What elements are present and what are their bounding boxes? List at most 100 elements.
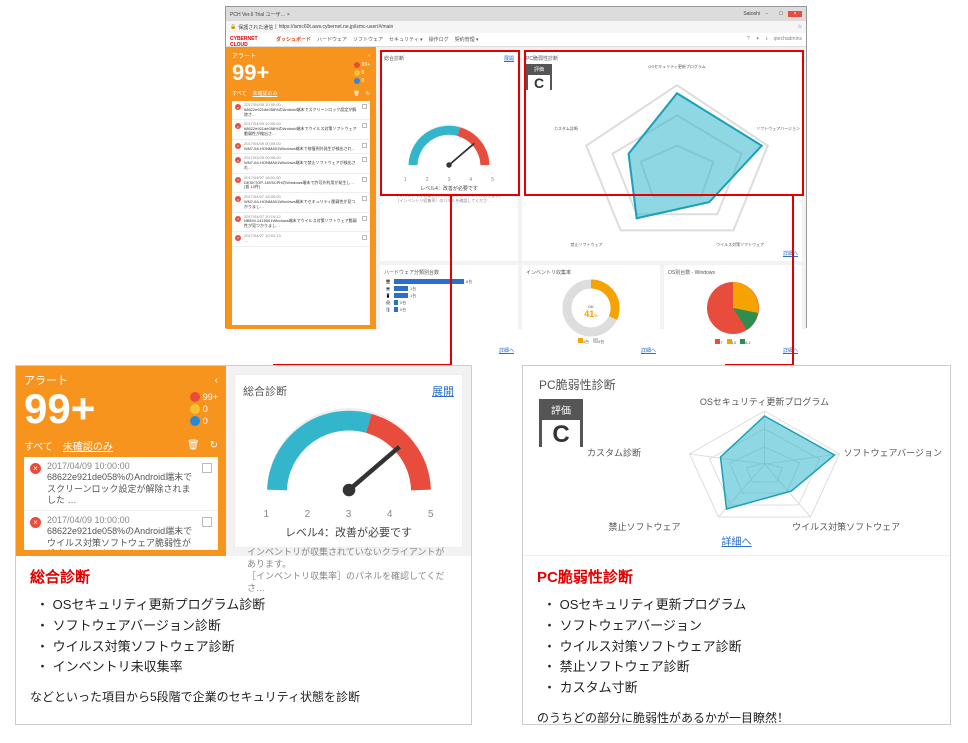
url-input[interactable] (279, 24, 794, 30)
tile-hw-link[interactable]: 詳細へ (499, 347, 514, 354)
tile-hardware: ハードウェア分類別台数 🖥 6台 💻 1台 📱 1台 🖨 0台 🛢 0台 詳細へ (380, 265, 518, 358)
bullet-item: ウイルス対策ソフトウェア診断 (36, 637, 457, 658)
nav-hardware[interactable]: ハードウェア (317, 36, 347, 43)
alert-item[interactable]: × 2017/04/09 10:00:0068622e921de058%のAnd… (232, 101, 370, 120)
zoom-grade-label: 評価 (542, 402, 580, 417)
alert-item[interactable]: × 2017/04/09 10:00:0068622e921de058%のAnd… (232, 120, 370, 139)
theme-icon[interactable]: ✦ (756, 36, 760, 44)
user-menu[interactable]: qtechadmins (774, 36, 802, 44)
nav-security[interactable]: セキュリティ ▾ (389, 36, 423, 43)
alert-list[interactable]: × 2017/04/09 10:00:0068622e921de058%のAnd… (232, 101, 370, 325)
alert-checkbox[interactable] (362, 143, 367, 148)
bullet-item: OSセキュリティ更新プログラム診断 (36, 595, 457, 616)
zoom-right-footer: のうちどの部分に脆弱性があるかが一目瞭然！ (537, 709, 936, 726)
nav-oplog[interactable]: 操作ログ (429, 36, 449, 43)
hw-bar (394, 307, 398, 312)
tile-hw-title: ハードウェア分類別台数 (384, 269, 439, 276)
star-icon[interactable]: ☆ (798, 24, 802, 30)
gauge-tick: 5 (428, 509, 434, 520)
tile-os-title: OS別台数 - Windows (668, 269, 715, 276)
radar-axis-label: カスタム診断 (554, 126, 578, 132)
window-minimize-icon[interactable]: − (760, 11, 774, 17)
alert-item[interactable]: × 2017/03/25 00:00:00WN7-64-HONMA01Windo… (232, 154, 370, 173)
zoom-grade-box: 評価 C (539, 399, 583, 447)
radar-axis-label: カスタム診断 (587, 446, 641, 459)
donut-unit: % (594, 313, 598, 318)
bullet-item: OSセキュリティ更新プログラム (543, 595, 936, 616)
legend-item: 10 (727, 339, 736, 345)
zoom-sogo-title: 総合診断 (243, 383, 287, 399)
alert-item[interactable]: × 2017/04/09 00:00:00WN7-64-HONMA01Windo… (232, 140, 370, 155)
alert-checkbox[interactable] (362, 216, 367, 221)
warn-dot-icon (190, 404, 200, 414)
alert-item[interactable]: × 2017/04/07 18:01:00DESKTOP-18V5CPHのWin… (232, 174, 370, 193)
nav-software[interactable]: ソフトウェア (353, 36, 383, 43)
zoom-pc-link[interactable]: 詳細へ (539, 533, 934, 548)
legend-item: 4台 (578, 338, 589, 345)
alert-checkbox[interactable] (362, 157, 367, 162)
alert-checkbox[interactable] (362, 104, 367, 109)
filter-all[interactable]: すべて (232, 90, 246, 97)
tile-os-link[interactable]: 詳細へ (783, 347, 798, 354)
error-icon: × (235, 196, 241, 202)
download-icon[interactable]: ⭳ (766, 36, 768, 44)
hw-row: 💻 1台 (384, 286, 514, 292)
zoom-alert-list[interactable]: × 2017/04/09 10:00:0068622e921de058%のAnd… (24, 457, 218, 550)
help-icon[interactable]: ? (747, 36, 750, 44)
hw-type-icon: 🖨 (384, 300, 392, 305)
zoom-warn-count: 0 (203, 404, 208, 414)
error-icon: × (235, 104, 241, 110)
alert-item[interactable]: × 2017/04/09 10:00:0068622e921de058%のAnd… (24, 457, 218, 511)
chevron-left-icon[interactable]: ‹ (368, 53, 370, 59)
alert-checkbox[interactable] (362, 196, 367, 201)
legend-item: 4台 (593, 338, 604, 345)
alert-checkbox[interactable] (202, 463, 212, 473)
error-icon: × (30, 517, 41, 528)
nav-dashboard[interactable]: ダッシュボード (276, 36, 311, 43)
nav-contract[interactable]: 契約管理 ▾ (455, 36, 479, 43)
bullet-item: ウイルス対策ソフトウェア診断 (543, 637, 936, 658)
tile-sogo-title: 総合診断 (384, 55, 404, 62)
trash-icon[interactable]: 🗑 (187, 440, 200, 451)
zoom-gauge-chart: 1 2 3 4 5 レベル4：改善が必要です (243, 399, 454, 540)
alert-item[interactable]: × 2017/04/09 10:00:0068622e921de058%のAnd… (24, 511, 218, 550)
alert-item[interactable]: × 2017/04/07 18:00:00WN7-64-HONMA01Windo… (232, 193, 370, 212)
connector-line (792, 196, 794, 366)
error-icon: × (235, 123, 241, 129)
zoom-sogo-expand[interactable]: 展開 (432, 383, 454, 399)
alert-checkbox[interactable] (202, 517, 212, 527)
alert-checkbox[interactable] (362, 235, 367, 240)
refresh-icon[interactable]: ↻ (366, 91, 370, 97)
tab-title: PCH Ver.6 Trial ユーザ… × (230, 11, 290, 18)
zoom-filter-all[interactable]: すべて (24, 438, 53, 453)
alert-checkbox[interactable] (362, 123, 367, 128)
hw-type-icon: 🖥 (384, 279, 392, 284)
error-icon: × (30, 463, 41, 474)
filter-unread[interactable]: 未確認のみ (252, 90, 277, 97)
tile-pc-link[interactable]: 詳細へ (783, 250, 798, 257)
gauge-caption: レベル4：改善が必要です (420, 185, 478, 192)
zoom-panel-sogo: アラート ‹ 99+ 99+ 0 0 すべて 未確認のみ 🗑 ↻ × 2017/… (15, 365, 472, 725)
zoom-gauge-note-2: ［インベントリ収集率］のパネルを確認してくださ… (247, 570, 450, 594)
tile-inventory: インベントリ収集率 OK 41% 4台4台 詳細へ (522, 265, 660, 358)
window-close-icon[interactable]: × (788, 11, 802, 17)
alert-checkbox[interactable] (362, 177, 367, 182)
zoom-filter-unread[interactable]: 未確認のみ (63, 438, 113, 453)
alert-title: アラート (232, 51, 256, 60)
tile-sogo-expand[interactable]: 展開 (504, 55, 514, 62)
trash-icon[interactable]: 🗑 (353, 91, 359, 97)
alert-warn-count: 0 (362, 70, 365, 76)
app-window: PCH Ver.6 Trial ユーザ… × Satoshi − ☐ × 🔒 保… (225, 6, 807, 328)
gauge-tick: 1 (404, 177, 407, 183)
chevron-left-icon[interactable]: ‹ (215, 375, 218, 386)
dashboard-grid: 総合診断展開 1 2 3 4 5 (376, 47, 806, 329)
hw-value: 1台 (410, 286, 416, 292)
zoom-right-heading: PC脆弱性診断 (537, 566, 936, 587)
hw-bar (394, 286, 408, 291)
tile-inv-link[interactable]: 詳細へ (641, 347, 656, 354)
alert-item[interactable]: × 2017/04/07 10:19:12NBEM-1415001Windows… (232, 213, 370, 232)
refresh-icon[interactable]: ↻ (210, 440, 218, 451)
window-maximize-icon[interactable]: ☐ (774, 11, 788, 17)
alert-item[interactable]: × 2017/04/07 10:02:13… (232, 232, 370, 247)
hw-value: 6台 (466, 279, 472, 285)
